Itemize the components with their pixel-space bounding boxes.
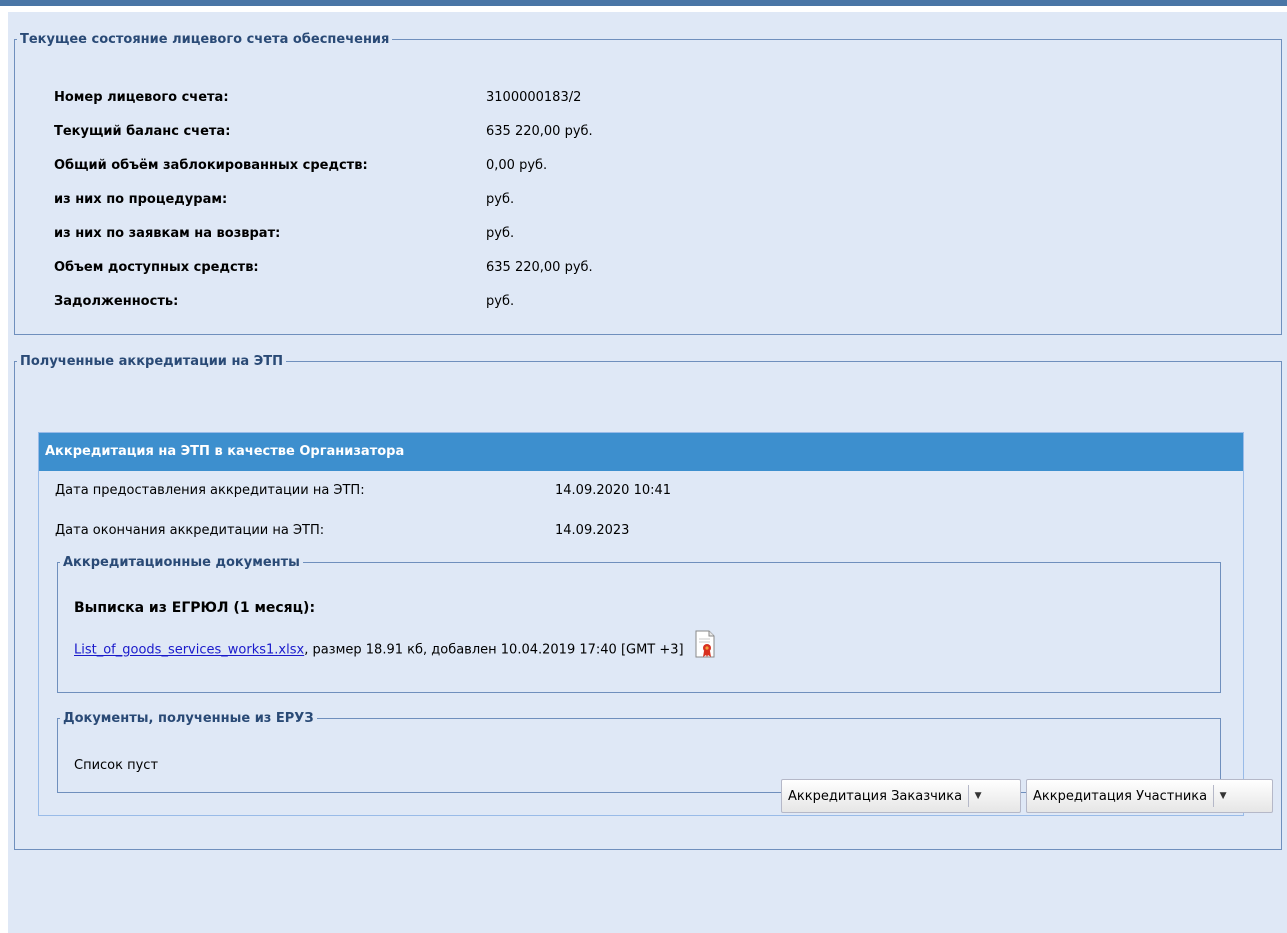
customer-accreditation-label: Аккредитация Заказчика: [788, 788, 963, 804]
procedures-label: из них по процедурам:: [54, 192, 228, 207]
account-info-panel: Текущее состояние лицевого счета обеспеч…: [8, 12, 1287, 933]
account-status-legend: Текущее состояние лицевого счета обеспеч…: [20, 32, 390, 47]
organizer-accreditation-header: Аккредитация на ЭТП в качестве Организат…: [39, 433, 1243, 471]
accreditation-start-row: Дата предоставления аккредитации на ЭТП:…: [55, 481, 671, 501]
signature-certificate-icon[interactable]: [694, 630, 716, 658]
account-row-blocked: Общий объём заблокированных средств: 0,0…: [54, 156, 547, 176]
accreditation-docs-legend: Аккредитационные документы: [63, 555, 300, 570]
available-value: 635 220,00 руб.: [486, 260, 593, 275]
balance-label: Текущий баланс счета:: [54, 124, 231, 139]
balance-value: 635 220,00 руб.: [486, 124, 593, 139]
accreditation-end-row: Дата окончания аккредитации на ЭТП: 14.0…: [55, 521, 629, 541]
account-row-refunds: из них по заявкам на возврат: руб.: [54, 224, 514, 244]
refunds-value: руб.: [486, 226, 515, 241]
account-number-value: 3100000183/2: [486, 90, 582, 105]
available-label: Объем доступных средств:: [54, 260, 259, 275]
account-row-procedures: из них по процедурам: руб.: [54, 190, 514, 210]
blocked-label: Общий объём заблокированных средств:: [54, 158, 368, 173]
account-row-available: Объем доступных средств: 635 220,00 руб.: [54, 258, 593, 278]
egrul-doc-title: Выписка из ЕГРЮЛ (1 месяц):: [74, 600, 316, 616]
blocked-value: 0,00 руб.: [486, 158, 548, 173]
doc-file-info: , размер 18.91 кб, добавлен 10.04.2019 1…: [304, 642, 684, 658]
eruz-empty-text: Список пуст: [74, 758, 159, 773]
debt-value: руб.: [486, 294, 515, 309]
accreditation-end-value: 14.09.2023: [555, 523, 630, 538]
account-row-number: Номер лицевого счета: 3100000183/2: [54, 88, 581, 108]
accreditation-end-label: Дата окончания аккредитации на ЭТП:: [55, 523, 325, 538]
participant-accreditation-button[interactable]: Аккредитация Участника ▼: [1026, 779, 1273, 813]
top-accent-bar: [0, 0, 1287, 6]
account-number-label: Номер лицевого счета:: [54, 90, 229, 105]
doc-file-line: List_of_goods_services_works1.xlsx, разм…: [74, 630, 716, 662]
refunds-label: из них по заявкам на возврат:: [54, 226, 281, 241]
debt-label: Задолженность:: [54, 294, 179, 309]
account-row-debt: Задолженность: руб.: [54, 292, 514, 312]
eruz-docs-legend: Документы, полученные из ЕРУЗ: [63, 711, 314, 726]
accreditation-start-label: Дата предоставления аккредитации на ЭТП:: [55, 483, 365, 498]
organizer-accreditation-panel: Аккредитация на ЭТП в качестве Организат…: [38, 432, 1244, 816]
account-row-balance: Текущий баланс счета: 635 220,00 руб.: [54, 122, 593, 142]
procedures-value: руб.: [486, 192, 515, 207]
account-status-fieldset: Текущее состояние лицевого счета обеспеч…: [14, 32, 1282, 335]
customer-accreditation-button[interactable]: Аккредитация Заказчика ▼: [781, 779, 1021, 813]
accreditations-legend: Полученные аккредитации на ЭТП: [20, 354, 284, 369]
accreditation-docs-fieldset: Аккредитационные документы Выписка из ЕГ…: [57, 555, 1221, 693]
doc-file-link[interactable]: List_of_goods_services_works1.xlsx: [74, 643, 304, 658]
accreditation-start-value: 14.09.2020 10:41: [555, 483, 672, 498]
chevron-down-icon[interactable]: ▼: [1214, 791, 1232, 801]
chevron-down-icon[interactable]: ▼: [969, 791, 987, 801]
participant-accreditation-label: Аккредитация Участника: [1033, 788, 1208, 804]
